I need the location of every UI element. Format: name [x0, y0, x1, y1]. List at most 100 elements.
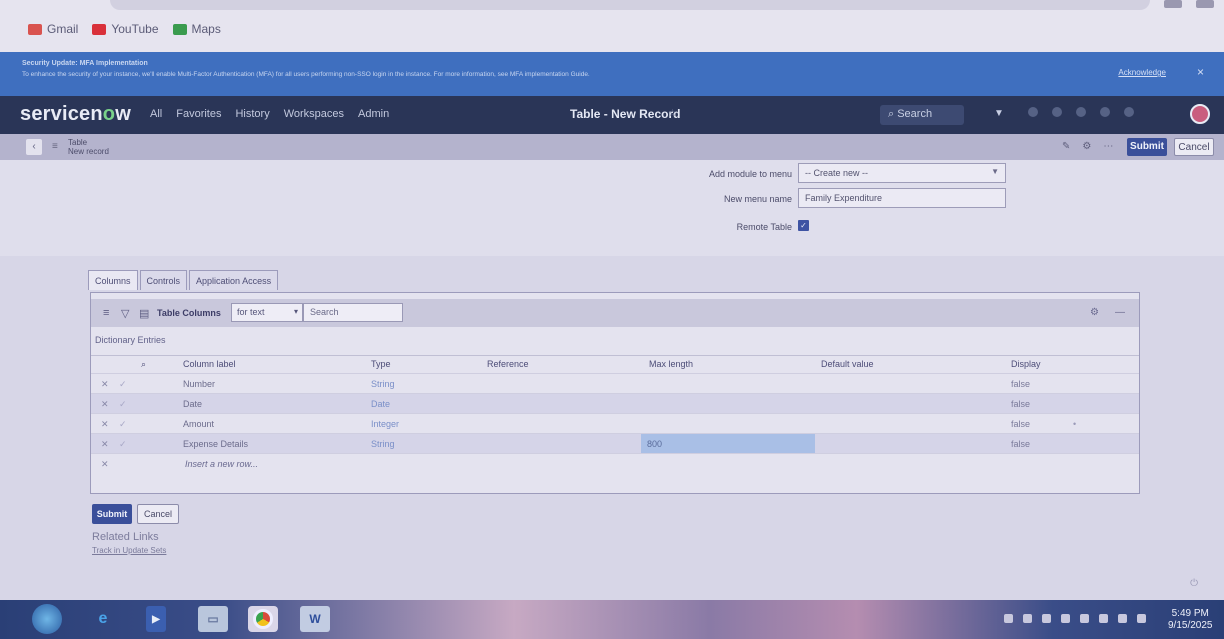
nav-item-workspaces[interactable]: Workspaces [284, 108, 344, 120]
remote-table-checkbox[interactable]: ✓ [798, 220, 809, 231]
volume-icon[interactable] [1099, 614, 1108, 623]
delete-row-icon[interactable]: ✕ [101, 419, 109, 430]
header-display[interactable]: Display [1011, 359, 1041, 369]
header-max-length[interactable]: Max length [649, 359, 693, 369]
settings-icon[interactable]: ⚙ [1082, 141, 1091, 152]
gear-icon[interactable]: ⚙ [1090, 307, 1099, 318]
tray-app-icon[interactable] [1061, 614, 1070, 623]
back-button[interactable]: ‹ [26, 139, 42, 155]
globe-icon[interactable] [1052, 107, 1062, 117]
chrome-icon[interactable] [248, 606, 278, 632]
bottom-submit-button[interactable]: Submit [92, 504, 132, 524]
tray-app-icon[interactable] [1042, 614, 1051, 623]
insert-new-row-link[interactable]: Insert a new row... [185, 459, 258, 469]
tray-app-icon[interactable] [1004, 614, 1013, 623]
delete-row-icon[interactable]: ✕ [101, 439, 109, 450]
filter-icon[interactable]: ▽ [121, 307, 129, 320]
attachment-icon[interactable]: ✎ [1062, 141, 1070, 152]
table-row[interactable]: ✕ ✓ Amount Integer false • [91, 413, 1139, 433]
cell-max-length-editing[interactable]: 800 [641, 434, 815, 454]
cell-column-label[interactable]: Expense Details [183, 439, 248, 449]
track-update-sets-link[interactable]: Track in Update Sets [92, 546, 166, 555]
cell-column-label[interactable]: Number [183, 379, 215, 389]
info-icon[interactable]: ⏻ [1190, 578, 1198, 589]
cell-type[interactable]: Integer [371, 419, 399, 429]
cell-display[interactable]: false [1011, 379, 1030, 389]
context-menu-icon[interactable]: ≡ [52, 141, 58, 152]
insert-row[interactable]: ✕ Insert a new row... [91, 453, 1139, 473]
tray-app-icon[interactable] [1023, 614, 1032, 623]
scope-icon[interactable] [1028, 107, 1038, 117]
cell-display[interactable]: false [1011, 439, 1030, 449]
start-button-icon[interactable] [32, 604, 62, 634]
dictionary-entries-label: Dictionary Entries [95, 335, 166, 345]
favorite-star-icon[interactable]: ☆ [668, 108, 677, 119]
chat-icon[interactable] [1076, 107, 1086, 117]
tray-app-icon[interactable] [1080, 614, 1089, 623]
banner-title: Security Update: MFA Implementation [22, 60, 148, 67]
network-icon[interactable] [1118, 614, 1127, 623]
bottom-cancel-button[interactable]: Cancel [137, 504, 179, 524]
column-search-icon[interactable]: ⌕ [141, 359, 146, 370]
cell-display[interactable]: false [1011, 399, 1030, 409]
collapse-icon[interactable]: — [1115, 307, 1125, 318]
file-explorer-icon[interactable]: ▭ [198, 606, 228, 632]
nav-item-history[interactable]: History [235, 108, 269, 120]
cell-column-label[interactable]: Date [183, 399, 202, 409]
submit-button[interactable]: Submit [1127, 138, 1167, 156]
edit-row-icon[interactable]: ✓ [119, 419, 127, 430]
list-icon[interactable]: ▤ [139, 307, 149, 320]
table-row[interactable]: ✕ ✓ Date Date false [91, 393, 1139, 413]
minimize-icon[interactable] [1164, 0, 1182, 8]
cell-type[interactable]: String [371, 439, 395, 449]
address-bar[interactable] [110, 0, 1150, 10]
header-type[interactable]: Type [371, 359, 391, 369]
acknowledge-link[interactable]: Acknowledge [1118, 68, 1166, 77]
bookmark-gmail[interactable]: Gmail [28, 22, 78, 36]
delete-row-icon[interactable]: ✕ [101, 399, 109, 410]
bookmark-youtube[interactable]: YouTube [92, 22, 159, 36]
servicenow-logo[interactable]: servicenow [20, 103, 131, 126]
bookmarks-bar: Gmail YouTube Maps [28, 22, 221, 36]
list-menu-icon[interactable]: ≡ [103, 307, 109, 319]
taskbar-clock[interactable]: 5:49 PM 9/15/2025 [1168, 608, 1213, 632]
cell-type[interactable]: Date [371, 399, 390, 409]
more-icon[interactable]: ⋯ [1103, 141, 1113, 152]
help-icon[interactable] [1100, 107, 1110, 117]
edit-row-icon[interactable]: ✓ [119, 399, 127, 410]
notification-icon[interactable] [1124, 107, 1134, 117]
edit-row-icon[interactable]: ✓ [119, 379, 127, 390]
internet-explorer-icon[interactable]: e [88, 606, 118, 632]
nav-item-admin[interactable]: Admin [358, 108, 389, 120]
table-row[interactable]: ✕ ✓ Expense Details String 800 false [91, 433, 1139, 454]
menu-name-input[interactable]: Family Expenditure [798, 188, 1006, 208]
cancel-button[interactable]: Cancel [1174, 138, 1214, 156]
close-icon[interactable]: × [1197, 65, 1204, 79]
nav-item-favorites[interactable]: Favorites [176, 108, 221, 120]
bookmark-maps[interactable]: Maps [172, 22, 221, 36]
list-search-input[interactable]: Search [303, 303, 403, 322]
word-icon[interactable]: W [300, 606, 330, 632]
media-player-icon[interactable]: ▶ [146, 606, 166, 632]
cell-column-label[interactable]: Amount [183, 419, 214, 429]
search-field-select[interactable]: for text ▾ [231, 303, 303, 322]
tab-controls[interactable]: Controls [139, 270, 188, 290]
delete-row-icon[interactable]: ✕ [101, 379, 109, 390]
edit-row-icon[interactable]: ✓ [119, 439, 127, 450]
add-module-select[interactable]: -- Create new -- ▼ [798, 163, 1006, 183]
tab-columns[interactable]: Columns [88, 270, 138, 290]
clock-date: 9/15/2025 [1168, 620, 1213, 631]
user-avatar[interactable] [1190, 104, 1210, 124]
profile-icon[interactable] [1196, 0, 1214, 8]
flag-icon[interactable] [1137, 614, 1146, 623]
tab-application-access[interactable]: Application Access [189, 270, 279, 290]
global-search-input[interactable]: ⌕ Search [880, 105, 964, 125]
cell-display[interactable]: false [1011, 419, 1030, 429]
table-row[interactable]: ✕ ✓ Number String false [91, 373, 1139, 393]
header-column-label[interactable]: Column label [183, 359, 236, 369]
header-reference[interactable]: Reference [487, 359, 529, 369]
cell-type[interactable]: String [371, 379, 395, 389]
nav-item-all[interactable]: All [150, 108, 162, 120]
header-default-value[interactable]: Default value [821, 359, 874, 369]
search-scope-dropdown[interactable]: ▼ [994, 108, 1004, 119]
